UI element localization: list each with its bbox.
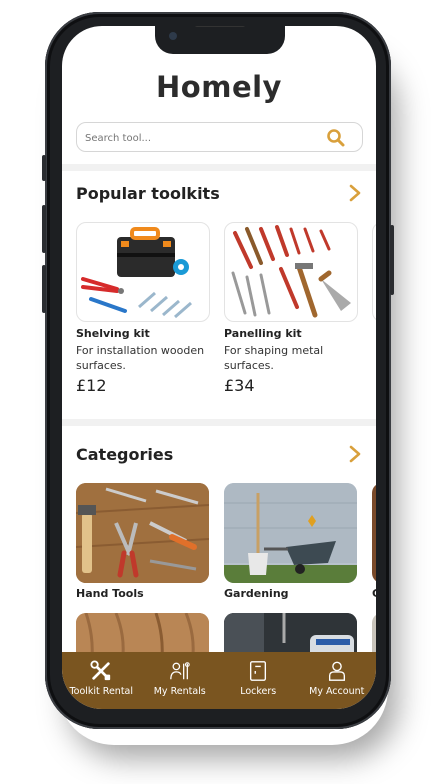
- toolkit-price: £34: [224, 376, 255, 395]
- tab-label: Toolkit Rental: [69, 686, 134, 697]
- person-tools-icon: [169, 662, 190, 680]
- search-icon[interactable]: [326, 128, 346, 148]
- toolkit-card-peek[interactable]: [372, 222, 376, 322]
- stage: Homely Popular toolkits: [0, 0, 440, 784]
- notch: [155, 26, 285, 54]
- toolkit-description: For shaping metal surfaces.: [224, 344, 324, 372]
- mute-switch: [42, 155, 46, 181]
- tab-lockers[interactable]: Lockers: [219, 652, 298, 709]
- toolkit-card[interactable]: Panelling kit For shaping metal surfaces…: [224, 222, 358, 395]
- tab-my-account[interactable]: My Account: [298, 652, 377, 709]
- category-image: [76, 483, 209, 583]
- tab-toolkit-rental[interactable]: Toolkit Rental: [62, 652, 141, 709]
- tab-my-rentals[interactable]: My Rentals: [141, 652, 220, 709]
- bottom-tab-bar: Toolkit Rental My Rentals Lockers My Acc…: [62, 652, 376, 709]
- screen: Homely Popular toolkits: [62, 26, 376, 709]
- app-logo: Homely: [156, 70, 282, 104]
- power-button: [390, 225, 394, 295]
- hand-tools-photo: [76, 483, 209, 583]
- volume-up-button: [42, 205, 46, 253]
- category-label: Hand Tools: [76, 587, 144, 600]
- toolkit-price: £12: [76, 376, 107, 395]
- category-label: G: [372, 587, 376, 600]
- category-image: [224, 483, 357, 583]
- category-label: Gardening: [224, 587, 289, 600]
- toolkit-image: [76, 222, 210, 322]
- toolkit-image: [224, 222, 358, 322]
- category-card[interactable]: Gardening: [224, 483, 357, 600]
- tab-label: My Rentals: [153, 686, 206, 697]
- toolkit-name: Shelving kit: [76, 327, 150, 340]
- section-divider: [62, 419, 376, 426]
- toolbox-illustration: [81, 227, 192, 319]
- tab-label: My Account: [309, 686, 365, 697]
- tool-set-illustration: [231, 225, 351, 318]
- tools-icon: [90, 660, 111, 681]
- categories-more-chevron-icon[interactable]: [348, 445, 362, 463]
- search-bar[interactable]: [76, 122, 363, 152]
- toolkit-name: Panelling kit: [224, 327, 302, 340]
- gardening-photo: [224, 483, 357, 583]
- toolkit-description: For installation wooden surfaces.: [76, 344, 205, 372]
- category-card-peek[interactable]: G: [372, 483, 376, 600]
- popular-toolkits-title: Popular toolkits: [76, 184, 220, 203]
- toolkit-card[interactable]: Shelving kit For installation wooden sur…: [76, 222, 210, 395]
- categories-title: Categories: [76, 445, 174, 464]
- category-card[interactable]: Hand Tools: [76, 483, 209, 600]
- search-input[interactable]: [85, 129, 315, 147]
- section-divider: [62, 164, 376, 171]
- category-image: [372, 483, 376, 583]
- popular-more-chevron-icon[interactable]: [348, 184, 362, 202]
- tab-label: Lockers: [240, 686, 277, 697]
- user-icon: [328, 661, 345, 681]
- locker-icon: [250, 661, 267, 681]
- volume-down-button: [42, 265, 46, 313]
